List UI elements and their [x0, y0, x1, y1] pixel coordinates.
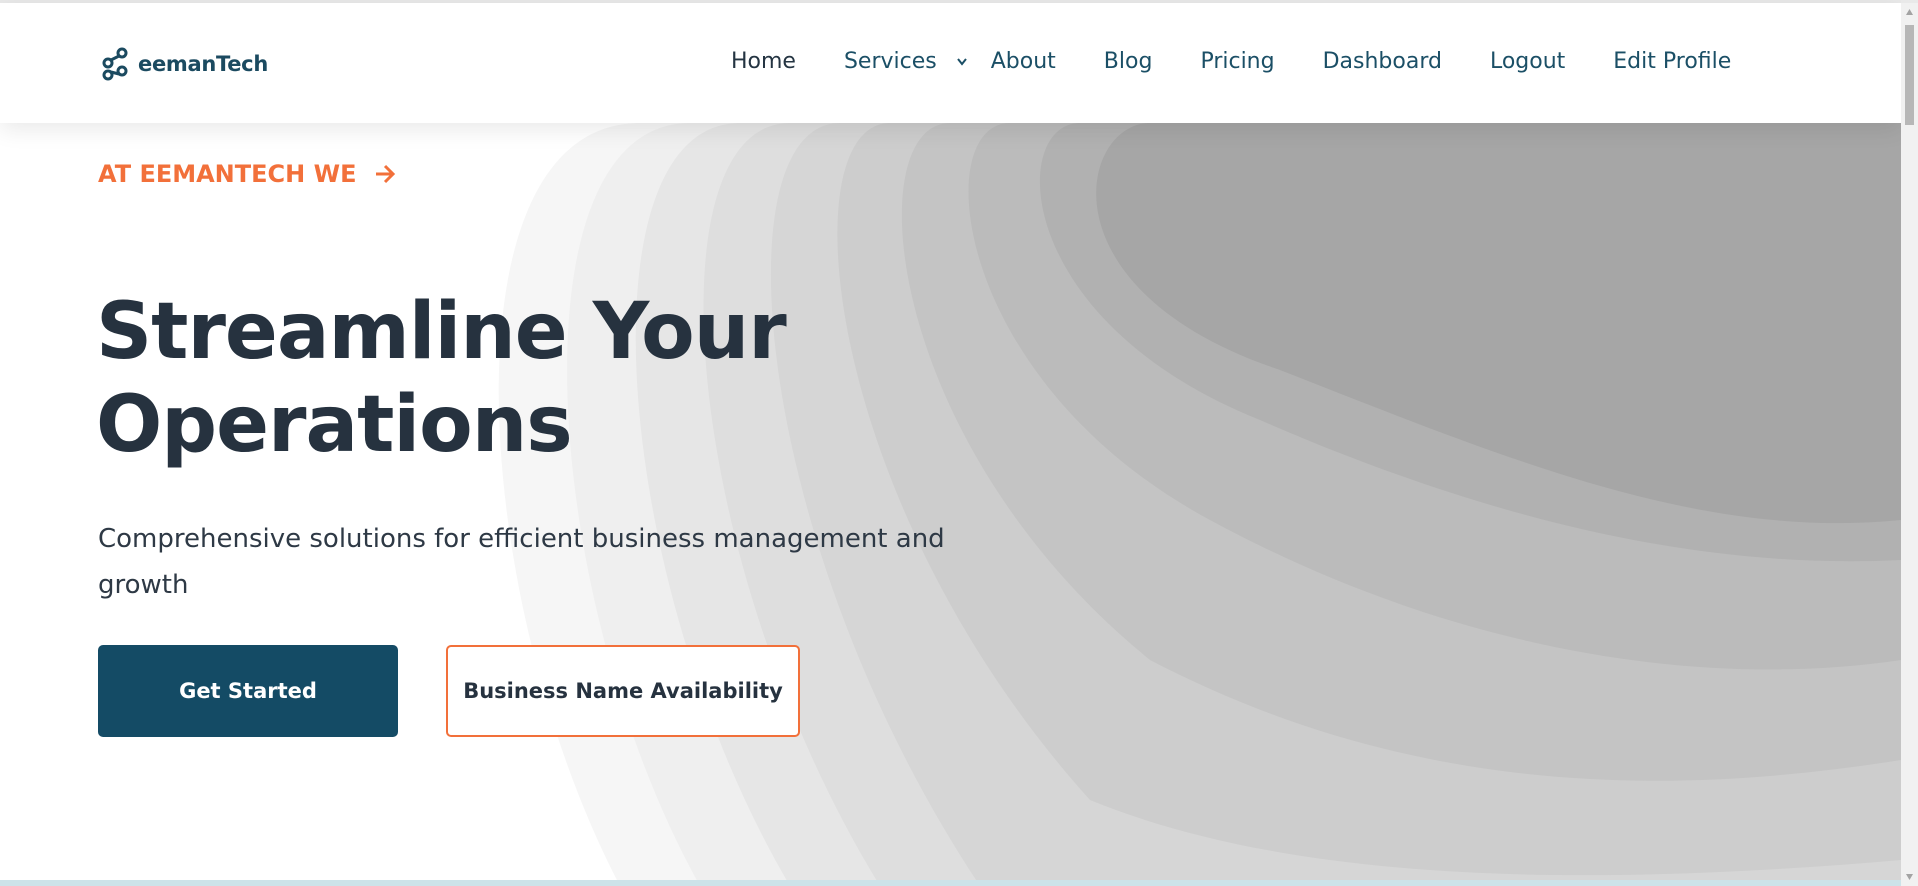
nav-home[interactable]: Home: [731, 49, 796, 74]
get-started-button[interactable]: Get Started: [98, 645, 398, 737]
nav-blog[interactable]: Blog: [1104, 49, 1153, 74]
nav-dashboard[interactable]: Dashboard: [1323, 49, 1442, 74]
hero-title-line1: Streamline Your: [96, 287, 787, 377]
business-name-availability-button[interactable]: Business Name Availability: [446, 645, 800, 737]
hero-subtitle: Comprehensive solutions for efficient bu…: [98, 524, 945, 600]
scrollbar-thumb[interactable]: [1905, 25, 1914, 125]
browser-viewport: eemanTech Home Services About Blog Prici…: [0, 0, 1901, 886]
page-scrollbar[interactable]: [1901, 3, 1918, 886]
brand-logo-link[interactable]: eemanTech: [100, 47, 268, 81]
next-section-edge: [0, 880, 1901, 886]
nav-services-label: Services: [843, 49, 937, 74]
link-nodes-icon: [102, 47, 128, 81]
nav-logout[interactable]: Logout: [1490, 49, 1565, 74]
brand-name: eemanTech: [138, 52, 268, 76]
hero-title: Streamline Your Operations: [96, 286, 896, 472]
hero-title-line2: Operations: [96, 380, 573, 470]
hero-eyebrow-link[interactable]: AT EEMANTECH WE: [98, 160, 396, 188]
nav-edit-profile[interactable]: Edit Profile: [1613, 49, 1731, 74]
chevron-down-icon: [956, 57, 967, 66]
nav-about[interactable]: About: [991, 49, 1056, 74]
site-header: eemanTech Home Services About Blog Prici…: [0, 3, 1901, 123]
hero-eyebrow-text: AT EEMANTECH WE: [98, 160, 357, 188]
nav-services[interactable]: Services: [844, 49, 991, 74]
main-nav: Home Services About Blog Pricing Dashboa…: [731, 49, 1731, 74]
scroll-down-arrow-icon[interactable]: [1905, 873, 1914, 881]
arrow-right-icon: [376, 164, 396, 184]
scroll-up-arrow-icon[interactable]: [1905, 8, 1914, 16]
nav-pricing[interactable]: Pricing: [1200, 49, 1274, 74]
